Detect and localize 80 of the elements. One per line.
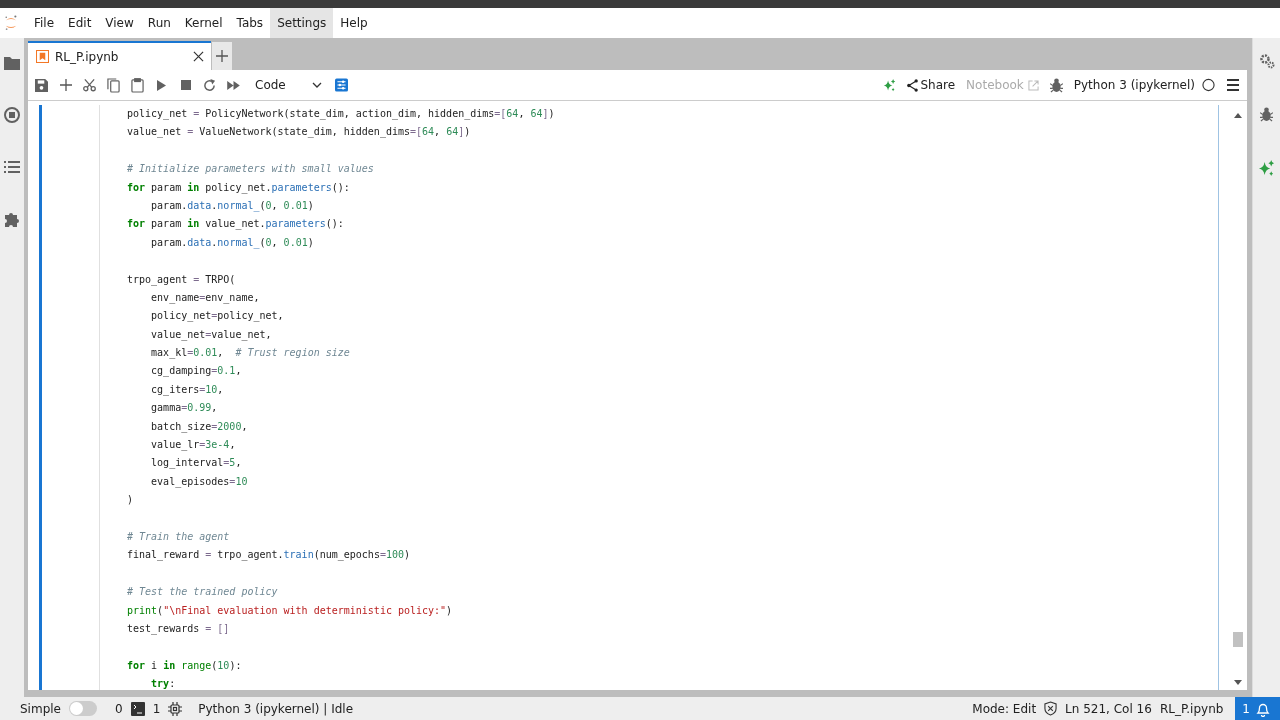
file-name: RL_P.ipynb: [1159, 701, 1224, 716]
copy-icon[interactable]: [107, 77, 120, 93]
code-line: gamma=0.99,: [150, 401, 219, 416]
menu-item[interactable]: File: [27, 8, 62, 38]
code-line: max_kl=0.01, # Trust region size: [150, 346, 351, 361]
mode-indicator: Mode: Edit: [972, 701, 1037, 716]
code-line: for param in value_net.parameters():: [127, 217, 345, 232]
code-line: log_interval=5,: [150, 456, 243, 471]
menu-item[interactable]: Kernel: [177, 8, 230, 38]
notebook-tab[interactable]: RL_P.ipynb: [28, 41, 211, 70]
paste-icon[interactable]: [131, 77, 144, 93]
shield-icon[interactable]: [1044, 701, 1058, 716]
new-tab-button[interactable]: [212, 42, 232, 70]
save-icon[interactable]: [35, 77, 48, 93]
external-link-icon: [1027, 79, 1039, 91]
caret-icon: [312, 82, 322, 88]
menu-icon[interactable]: [1226, 77, 1239, 93]
kernel-name[interactable]: Python 3 (ipykernel): [1073, 78, 1195, 92]
code-line: value_lr=3e-4,: [150, 438, 237, 453]
code-line: trpo_agent = TRPO(: [127, 272, 237, 288]
code-line: ): [127, 493, 135, 508]
terminal-icon[interactable]: [130, 701, 145, 716]
list-icon[interactable]: [4, 160, 20, 174]
code-line: eval_episodes=10: [150, 474, 249, 490]
stop-circle-icon[interactable]: [4, 107, 20, 123]
stop-icon[interactable]: [179, 77, 192, 93]
share-button[interactable]: Share: [907, 78, 956, 92]
settings-icon[interactable]: [1258, 53, 1275, 69]
sparkle-icon[interactable]: [883, 77, 897, 93]
scrollbar-thumb[interactable]: [1233, 632, 1243, 647]
code-line: # Initialize parameters with small values: [127, 162, 375, 177]
restart-icon[interactable]: [203, 77, 216, 93]
simple-mode-toggle[interactable]: [69, 701, 97, 716]
code-line: for i in range(10):: [127, 658, 243, 673]
code-line: # Train the agent: [127, 530, 231, 544]
cursor-position[interactable]: Ln 521, Col 16: [1065, 701, 1152, 716]
terminal-count: 0: [115, 701, 123, 716]
code-line: cg_iters=10,: [150, 382, 225, 398]
kernel-status[interactable]: Python 3 (ipykernel) | Idle: [198, 701, 354, 716]
code-line: param.data.normal_(0, 0.01): [150, 235, 315, 251]
cut-icon[interactable]: [83, 77, 96, 93]
code-line: print("\nFinal evaluation with deterministic policy:"): [127, 603, 454, 618]
bug-icon[interactable]: [1260, 107, 1273, 122]
code-line: policy_net=policy_net,: [150, 309, 285, 324]
code-line: value_net=value_net,: [150, 327, 273, 343]
code-line: for param in policy_net.parameters():: [127, 180, 351, 196]
kernel-status-icon: [1202, 77, 1215, 93]
cell-type-dropdown[interactable]: Code: [251, 74, 322, 96]
property-inspector-icon[interactable]: [335, 77, 348, 93]
code-line: value_net = ValueNetwork(state_dim, hidden_dims=[64, 64]): [127, 125, 472, 140]
code-line: # Test the trained policy: [127, 585, 279, 600]
plus-icon[interactable]: [59, 77, 72, 93]
menu-item[interactable]: View: [98, 8, 141, 38]
bug-icon[interactable]: [1049, 77, 1063, 93]
notifications-button[interactable]: 1: [1235, 697, 1280, 720]
menu-item[interactable]: Run: [140, 8, 178, 38]
code-line: param.data.normal_(0, 0.01): [150, 198, 315, 214]
kernel-count: 1: [152, 701, 161, 716]
menu-item[interactable]: Help: [333, 8, 375, 38]
plus-icon: [216, 50, 228, 62]
code-line: policy_net = PolicyNetwork(state_dim, action_dim, hidden_dims=[64, 64]): [127, 107, 556, 122]
run-icon[interactable]: [155, 77, 168, 93]
cpu-icon[interactable]: [168, 701, 183, 716]
code-line: try:: [150, 677, 177, 690]
menu-item[interactable]: Edit: [61, 8, 99, 38]
code-line: env_name=env_name,: [150, 290, 261, 306]
menu-item[interactable]: Settings: [270, 8, 334, 38]
menu-item[interactable]: Tabs: [229, 8, 271, 38]
puzzle-icon[interactable]: [4, 211, 20, 227]
code-line: cg_damping=0.1,: [150, 364, 243, 379]
simple-mode-label: Simple: [20, 701, 61, 716]
code-line: test_rewards = []: [127, 621, 231, 637]
tab-title: RL_P.ipynb: [55, 49, 120, 64]
code-line: batch_size=2000,: [150, 419, 249, 435]
folder-icon[interactable]: [4, 56, 20, 70]
sparkle-icon[interactable]: [1258, 160, 1275, 177]
share-icon: [907, 78, 919, 92]
notebook-icon: [36, 50, 49, 63]
close-icon[interactable]: [193, 51, 204, 62]
code-line: final_reward = trpo_agent.train(num_epochs=100): [127, 548, 412, 563]
